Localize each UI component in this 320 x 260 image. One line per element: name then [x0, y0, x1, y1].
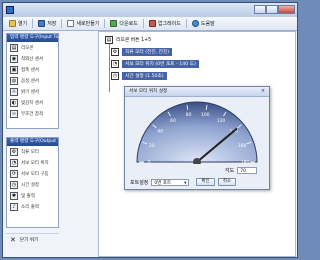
tool-servo-position[interactable]: ◔ 서보 모터 위치	[7, 157, 58, 168]
tool-touch-sensor[interactable]: ▣ 접촉 센서	[7, 64, 58, 75]
tree-node-dc-motor[interactable]: ⚙ 직류 모터 (전진, 전진)	[111, 46, 173, 57]
app-icon	[6, 6, 14, 14]
clock-icon: ◷	[111, 71, 119, 80]
light-detect-sensor-icon: ◐	[10, 98, 18, 107]
sound-sensor-icon: ◍	[10, 76, 18, 85]
servo-position-icon: ◔	[10, 158, 18, 167]
angle-label: 각도	[225, 168, 235, 174]
gauge-tick-label: 180	[241, 160, 250, 165]
tool-sound-sensor[interactable]: ◍ 음성 센서	[7, 75, 58, 86]
gauge-tick-label: 40	[157, 129, 163, 135]
servo-position-icon: ◔	[111, 59, 119, 68]
light-bulb-icon: ✱	[10, 191, 18, 200]
dialog-close-button[interactable]: ×	[259, 88, 267, 95]
new-icon	[67, 20, 75, 27]
open-button[interactable]: 열기	[7, 19, 29, 29]
upgrade-button[interactable]: 업그레이드	[147, 19, 183, 29]
upgrade-icon	[148, 20, 156, 27]
always-true-icon: ∞	[10, 109, 18, 118]
tool-sound-output[interactable]: ♪ 소리 출력	[7, 201, 58, 212]
servo-gauge[interactable]: 020406080100120140160180	[130, 98, 264, 166]
remote-icon: ▤	[10, 43, 18, 52]
gauge-svg: 020406080100120140160180	[136, 101, 258, 166]
light-sensor-icon: ☼	[10, 87, 18, 96]
tree-root[interactable]: ▤ 리모콘 버튼 1+5	[105, 34, 151, 45]
angle-row: 각도 70	[225, 167, 258, 174]
download-button[interactable]: 다운로드	[108, 19, 139, 29]
tool-light-detect-sensor[interactable]: ◐ 빛감지 센서	[7, 97, 58, 108]
remote-icon: ▤	[105, 35, 113, 44]
chevron-down-icon: ▾	[184, 180, 187, 186]
toolbar: 열기 저장 새로만들기 다운로드 업그레이드 도움말	[3, 17, 297, 31]
clock-icon: ◷	[10, 180, 18, 189]
port-select[interactable]: 0번 포트 ▾	[151, 178, 190, 186]
title-bar	[3, 3, 297, 18]
dialog-title: 서보 모터 위치 설정	[125, 87, 269, 97]
gauge-tick-label: 20	[149, 143, 155, 149]
help-button[interactable]: 도움말	[190, 19, 217, 29]
output-tool-panel: 출력 명령 도구(Output Tool) ⚙직류 모터 ◔서보 모터 위치 ⟳…	[6, 137, 59, 228]
gauge-tick-label: 100	[201, 112, 210, 118]
tool-light-output[interactable]: ✱ 빛 출력	[7, 190, 58, 201]
tree-node-servo-position[interactable]: ◔ 서보 모터 위치 (0번 포트 - 140 도)	[111, 58, 199, 69]
gauge-tick-label: 160	[238, 143, 247, 149]
close-window-button[interactable]	[278, 5, 295, 14]
save-button[interactable]: 저장	[36, 19, 58, 29]
close-x-icon: ✕	[10, 236, 16, 244]
dc-motor-icon: ⚙	[111, 47, 119, 56]
tool-always-true[interactable]: ∞ 무조건 참적	[7, 108, 58, 119]
input-tool-panel: 입력 명령 도구(Input Tool) ▤리모콘 ◉적외선 센서 ▣접촉 센서…	[6, 33, 59, 129]
cancel-button[interactable]: 취소	[217, 178, 236, 186]
touch-sensor-icon: ▣	[10, 65, 18, 74]
speaker-icon: ♪	[10, 202, 18, 211]
input-panel-title: 입력 명령 도구(Input Tool)	[7, 34, 58, 42]
tool-dc-motor[interactable]: ⚙ 직류 모터	[7, 146, 58, 157]
maximize-button[interactable]	[266, 5, 278, 14]
output-panel-title: 출력 명령 도구(Output Tool)	[7, 138, 58, 146]
gauge-tick-label: 80	[186, 112, 192, 118]
port-label: 포트설정	[130, 179, 149, 186]
save-icon	[38, 20, 46, 27]
angle-input[interactable]: 70	[237, 167, 258, 174]
servo-drive-icon: ⟳	[10, 169, 18, 178]
tool-ir-sensor[interactable]: ◉ 적외선 센서	[7, 53, 58, 64]
folder-icon	[9, 20, 16, 27]
close-panel-button[interactable]: ✕ 닫기 위기	[6, 233, 59, 246]
dc-motor-icon: ⚙	[10, 147, 18, 156]
new-button[interactable]: 새로만들기	[65, 19, 101, 29]
tree-node-time[interactable]: ◷ 시간 설정 (1.50초)	[111, 70, 167, 81]
port-row: 포트설정 0번 포트 ▾ 확인 취소	[130, 178, 236, 186]
tool-time-setting[interactable]: ◷ 시간 설정	[7, 179, 58, 190]
gauge-tick-label: 120	[217, 118, 226, 124]
gauge-tick-label: 0	[148, 160, 151, 165]
minimize-button[interactable]	[254, 5, 266, 14]
ok-button[interactable]: 확인	[196, 178, 215, 186]
infrared-sensor-icon: ◉	[10, 54, 18, 63]
tool-light-sensor[interactable]: ☼ 밝기 센서	[7, 86, 58, 97]
tool-remote[interactable]: ▤ 리모콘	[7, 42, 58, 53]
left-sidebar: 입력 명령 도구(Input Tool) ▤리모콘 ◉적외선 센서 ▣접촉 센서…	[6, 33, 59, 256]
download-icon	[110, 20, 118, 27]
gauge-dial	[136, 101, 258, 163]
help-icon	[191, 20, 199, 27]
tool-servo-drive[interactable]: ⟳ 서보 모터 구동	[7, 168, 58, 179]
gauge-tick-label: 60	[170, 118, 176, 124]
servo-position-dialog: 서보 모터 위치 설정 × 020406080100120140160180 각…	[124, 86, 270, 190]
